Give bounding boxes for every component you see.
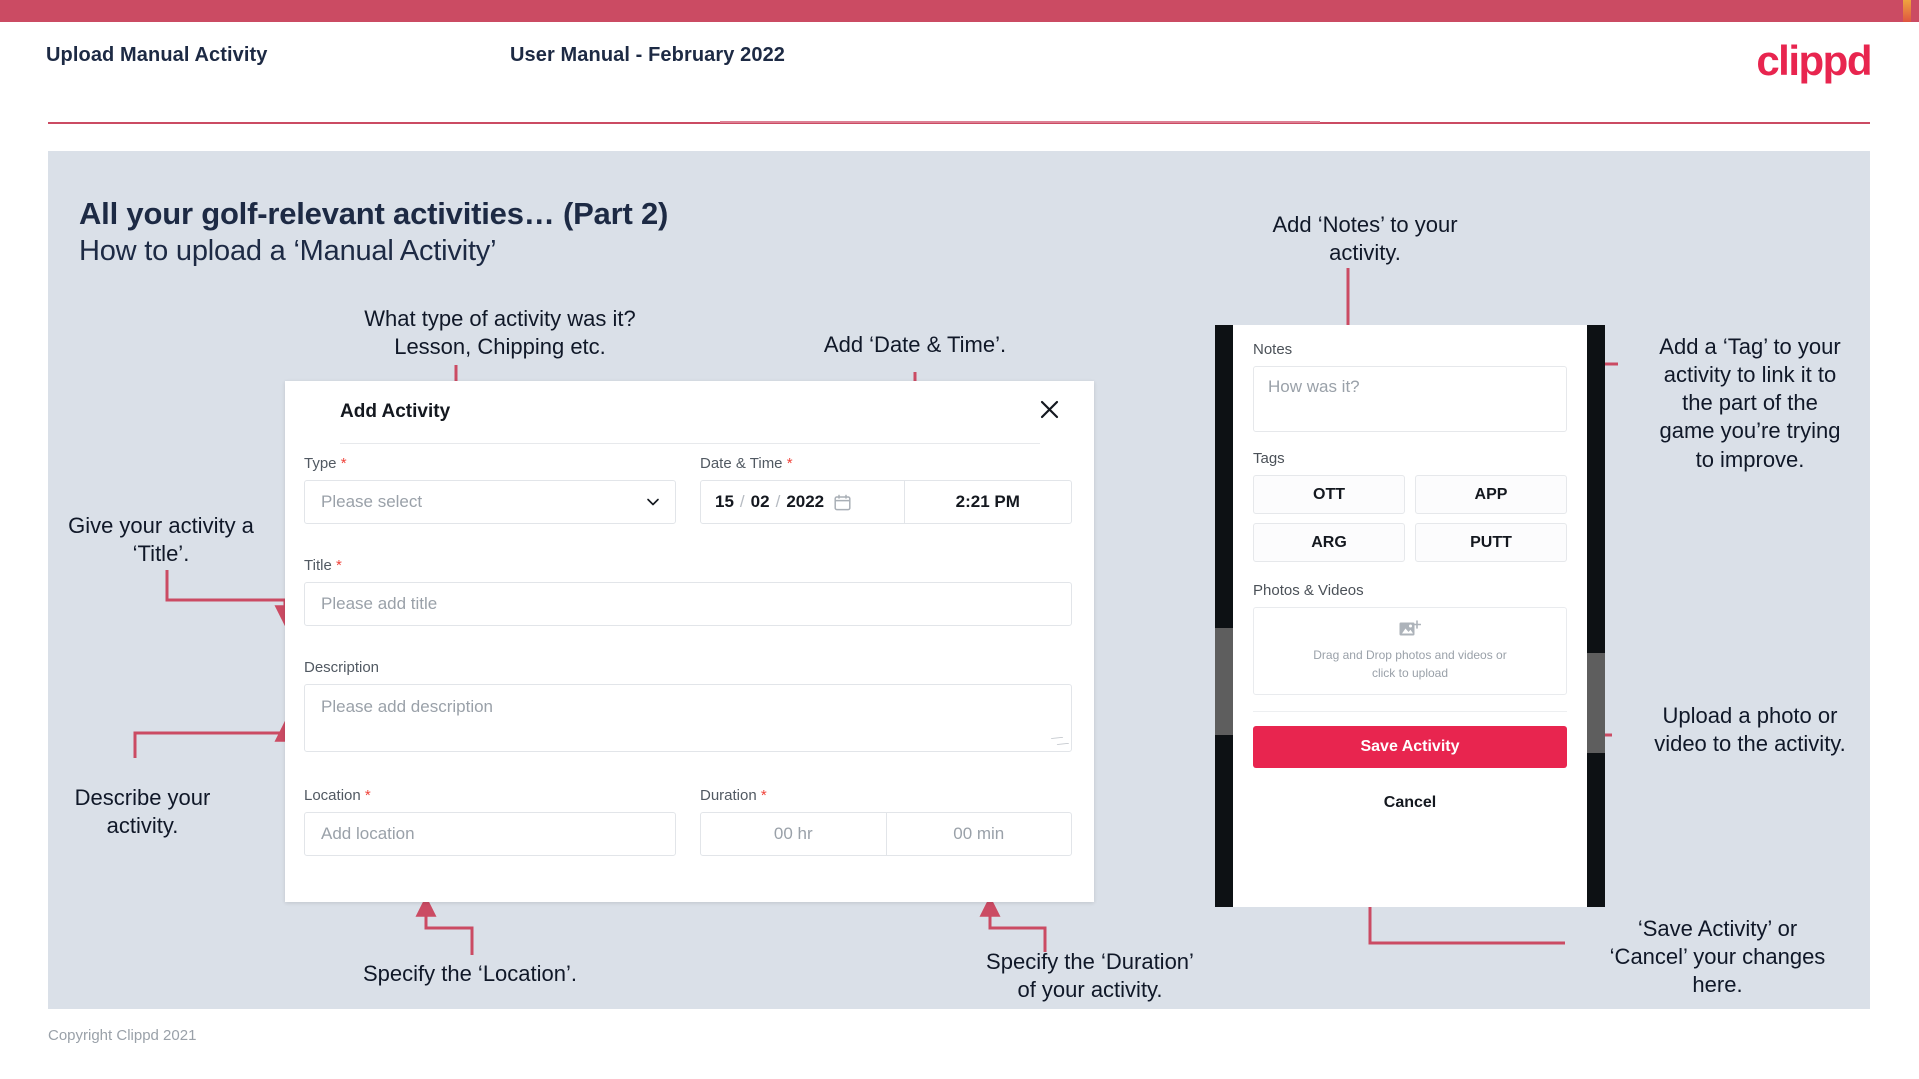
tags-grid: OTT APP ARG PUTT [1253,475,1567,562]
phone-power-button-right [1587,653,1605,753]
date-year: 2022 [786,492,825,511]
date-input[interactable]: 15 / 02 / 2022 [701,481,905,523]
notes-label: Notes [1253,341,1293,358]
duration-required-asterisk: * [760,787,767,804]
top-bar-flame-icon [1903,0,1911,22]
header-center-title: User Manual - February 2022 [510,44,786,66]
location-label: Location * [304,787,371,804]
annotation-notes: Add ‘Notes’ to your activity. [1272,212,1458,266]
header-left-title: Upload Manual Activity [46,44,268,66]
phone-divider [1253,711,1567,712]
title-input[interactable]: Please add title [304,582,1072,626]
top-accent-bar [0,0,1919,22]
footer-copyright: Copyright Clippd 2021 [48,1027,197,1044]
title-required-asterisk: * [335,557,342,574]
date-month: 02 [750,492,770,511]
description-label: Description [304,659,380,676]
page-title: All your golf-relevant activities… (Part… [79,196,669,231]
close-icon[interactable] [1032,392,1066,426]
tag-button-putt[interactable]: PUTT [1415,523,1567,562]
annotation-description: Describe your activity. [74,785,211,839]
clippd-logo: clippd [1756,37,1872,84]
type-select-value: Please select [304,480,676,524]
type-required-asterisk: * [340,455,347,472]
description-textarea[interactable]: Please add description ⟋⟋ [304,684,1072,752]
phone-screen: Notes How was it? Tags OTT APP ARG PUTT … [1233,325,1587,907]
title-label: Title * [304,557,342,574]
type-label: Type * [304,455,347,472]
slide-page: Upload Manual Activity User Manual - Feb… [0,0,1919,1079]
field-group-location: Location * Add location [304,787,676,856]
dropzone-text: Drag and Drop photos and videos or click… [1313,648,1507,680]
add-image-icon [1399,620,1421,636]
datetime-required-asterisk: * [786,455,793,472]
location-required-asterisk: * [364,787,371,804]
phone-bezel-left [1215,325,1233,907]
field-group-duration: Duration * 00 hr 00 min [700,787,1072,856]
date-separator-1: / [739,492,745,511]
field-group-datetime: Date & Time * 15 / 02 / 2022 2:21 PM [700,455,1072,524]
location-input[interactable]: Add location [304,812,676,856]
date-separator-2: / [775,492,781,511]
tag-button-app[interactable]: APP [1415,475,1567,514]
cancel-button[interactable]: Cancel [1253,794,1567,812]
annotation-tags: Add a ‘Tag’ to your activity to link it … [1659,334,1841,472]
header-divider-light [720,121,1320,123]
duration-label: Duration * [700,787,767,804]
datetime-label: Date & Time * [700,455,793,472]
calendar-icon[interactable] [834,494,851,511]
date-day: 15 [715,492,734,511]
photos-videos-label: Photos & Videos [1253,582,1364,599]
annotation-title: Give your activity a ‘Title’. [68,513,254,567]
dialog-title: Add Activity [340,401,451,422]
phone-bezel-right [1587,325,1605,907]
dialog-header: Add Activity [285,381,1094,443]
tags-label: Tags [1253,450,1285,467]
chevron-down-icon [647,498,659,506]
annotation-duration: Specify the ‘Duration’ of your activity. [986,949,1194,1003]
photo-upload-dropzone[interactable]: Drag and Drop photos and videos or click… [1253,607,1567,695]
duration-minutes-input[interactable]: 00 min [885,813,1072,855]
tag-button-ott[interactable]: OTT [1253,475,1405,514]
page-subtitle: How to upload a ‘Manual Activity’ [79,235,497,267]
time-input[interactable]: 2:21 PM [905,481,1072,523]
datetime-input-group: 15 / 02 / 2022 2:21 PM [700,480,1072,524]
field-group-type: Type * Please select [304,455,676,524]
save-activity-button[interactable]: Save Activity [1253,726,1567,768]
annotation-save-cancel: ‘Save Activity’ or ‘Cancel’ your changes… [1609,916,1826,998]
annotation-datetime: Add ‘Date & Time’. [823,332,1007,357]
field-group-title: Title * Please add title [304,557,1072,626]
duration-input-group: 00 hr 00 min [700,812,1072,856]
description-placeholder: Please add description [321,697,494,716]
close-icon-glyph [1040,400,1058,418]
phone-mockup: Notes How was it? Tags OTT APP ARG PUTT … [1215,325,1605,907]
tag-button-arg[interactable]: ARG [1253,523,1405,562]
resize-handle-icon[interactable]: ⟋⟋ [1048,730,1071,752]
annotation-location: Specify the ‘Location’. [362,961,578,986]
dialog-divider [340,443,1040,444]
phone-volume-button-left [1215,628,1233,735]
type-select[interactable]: Please select [304,480,676,524]
field-group-description: Description Please add description ⟋⟋ [304,659,1072,752]
duration-hours-input[interactable]: 00 hr [701,813,886,855]
annotation-upload: Upload a photo or video to the activity. [1654,703,1846,757]
annotation-type: What type of activity was it? Lesson, Ch… [364,306,636,360]
notes-textarea[interactable]: How was it? [1253,366,1567,432]
